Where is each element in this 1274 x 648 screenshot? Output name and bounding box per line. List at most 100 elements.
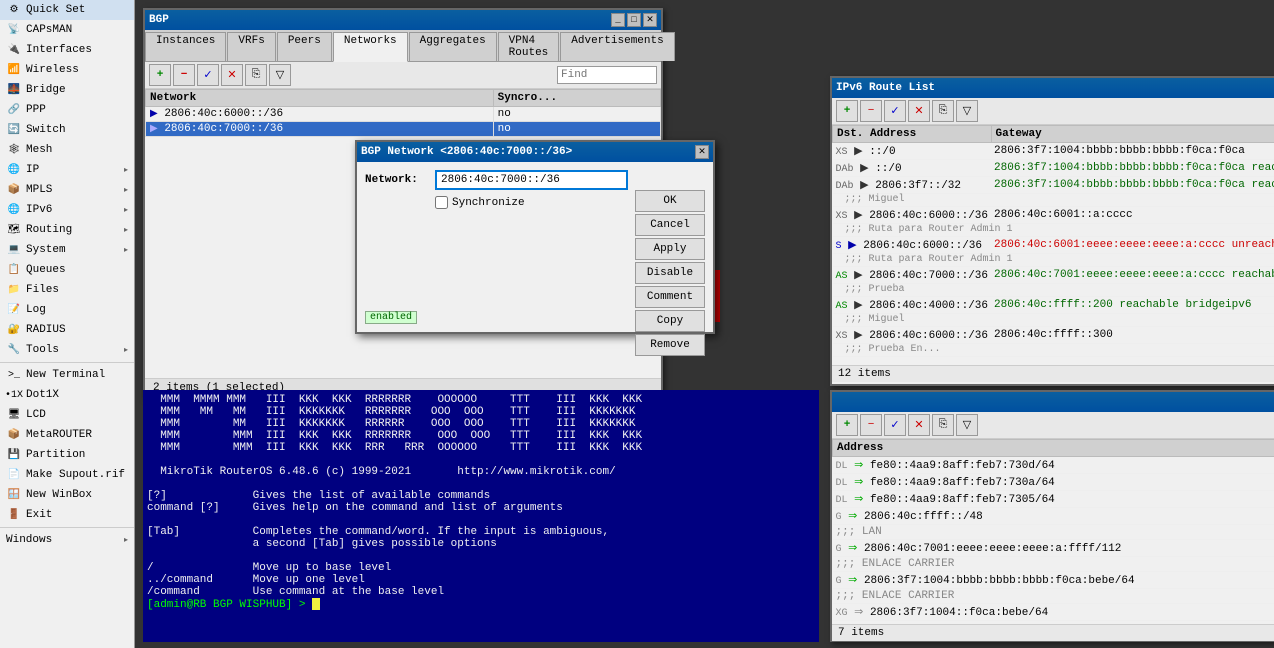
sidebar-item-queues[interactable]: 📋 Queues bbox=[0, 260, 134, 280]
table-row[interactable]: DAb ▶ ::/0 2806:3f7:1004:bbbb:bbbb:bbbb:… bbox=[833, 160, 1274, 177]
filter-btn[interactable]: ▽ bbox=[269, 64, 291, 86]
table-row[interactable]: DL ⇒ fe80::4aa9:8aff:feb7:730a/64 bbox=[833, 474, 1274, 491]
table-row[interactable]: ▶ 2806:40c:6000::/36 no bbox=[146, 107, 661, 122]
apply-button[interactable]: Apply bbox=[635, 238, 705, 260]
sidebar-item-quickset[interactable]: ⚙ Quick Set bbox=[0, 0, 134, 20]
remove-btn[interactable]: − bbox=[173, 64, 195, 86]
terminal-icon: >_ bbox=[6, 367, 22, 383]
sidebar-item-switch[interactable]: 🔄 Switch bbox=[0, 120, 134, 140]
table-row[interactable]: XS ▶ ::/0 2806:3f7:1004:bbbb:bbbb:bbbb:f… bbox=[833, 143, 1274, 160]
tab-instances[interactable]: Instances bbox=[145, 32, 226, 61]
sidebar-item-tools[interactable]: 🔧 Tools ▸ bbox=[0, 340, 134, 360]
col-dst: Dst. Address bbox=[833, 126, 992, 143]
addr-titlebar[interactable]: _ □ ✕ bbox=[832, 392, 1274, 412]
sidebar-item-ipv6[interactable]: 🌐 IPv6 ▸ bbox=[0, 200, 134, 220]
table-subrow: ;;; Prueba En... bbox=[833, 344, 1274, 357]
tab-peers[interactable]: Peers bbox=[277, 32, 332, 61]
addr-remove-btn[interactable]: − bbox=[860, 414, 882, 436]
disable-button[interactable]: Disable bbox=[635, 262, 705, 284]
add-btn[interactable]: + bbox=[149, 64, 171, 86]
sidebar-item-mesh[interactable]: 🕸 Mesh bbox=[0, 140, 134, 160]
sidebar-item-radius[interactable]: 🔐 RADIUS bbox=[0, 320, 134, 340]
bgp-dialog-titlebar[interactable]: BGP Network <2806:40c:7000::/36> ✕ bbox=[357, 142, 713, 162]
addr-filter-btn[interactable]: ▽ bbox=[956, 414, 978, 436]
sidebar-item-windows[interactable]: Windows ▸ bbox=[0, 530, 134, 550]
sidebar-item-files[interactable]: 📁 Files bbox=[0, 280, 134, 300]
windows-label: Windows bbox=[6, 534, 52, 546]
sidebar-item-exit[interactable]: 🚪 Exit bbox=[0, 505, 134, 525]
gateway-cell: 2806:40c:ffff::300 bbox=[991, 327, 1274, 344]
addr-cancel-btn[interactable]: ✕ bbox=[908, 414, 930, 436]
dialog-close-btn[interactable]: ✕ bbox=[695, 145, 709, 159]
table-row[interactable]: DL ⇒ fe80::4aa9:8aff:feb7:730d/64 bbox=[833, 457, 1274, 474]
remove-button[interactable]: Remove bbox=[635, 334, 705, 356]
table-row[interactable]: DL ⇒ fe80::4aa9:8aff:feb7:7305/64 bbox=[833, 491, 1274, 508]
sidebar-item-ip[interactable]: 🌐 IP ▸ bbox=[0, 160, 134, 180]
copy-button[interactable]: Copy bbox=[635, 310, 705, 332]
sidebar-item-routing[interactable]: 🗺 Routing ▸ bbox=[0, 220, 134, 240]
table-row[interactable]: AS ▶ 2806:40c:7000::/36 2806:40c:7001:ee… bbox=[833, 267, 1274, 284]
copy-toolbar-btn[interactable]: ⎘ bbox=[245, 64, 267, 86]
sidebar-item-log[interactable]: 📝 Log bbox=[0, 300, 134, 320]
table-row[interactable]: DAb ▶ 2806:3f7::/32 2806:3f7:1004:bbbb:b… bbox=[833, 177, 1274, 194]
table-row[interactable]: G ⇒ 2806:40c:7001:eeee:eeee:eeee:a:ffff/… bbox=[833, 540, 1274, 557]
ipv6-filter-btn[interactable]: ▽ bbox=[956, 100, 978, 122]
tab-vrfs[interactable]: VRFs bbox=[227, 32, 275, 61]
bgp-titlebar[interactable]: BGP _ □ ✕ bbox=[145, 10, 661, 30]
table-row[interactable]: AS ▶ 2806:40c:4000::/36 2806:40c:ffff::2… bbox=[833, 297, 1274, 314]
network-row: Network: bbox=[365, 170, 628, 190]
comment-button[interactable]: Comment bbox=[635, 286, 705, 308]
sidebar-item-interfaces[interactable]: 🔌 Interfaces bbox=[0, 40, 134, 60]
sidebar-item-supout[interactable]: 📄 Make Supout.rif bbox=[0, 465, 134, 485]
sidebar-item-new-winbox[interactable]: 🪟 New WinBox bbox=[0, 485, 134, 505]
dst-cell: XS ▶ ::/0 bbox=[833, 143, 992, 160]
network-input[interactable] bbox=[435, 170, 628, 190]
ipv6-copy-btn[interactable]: ⎘ bbox=[932, 100, 954, 122]
sidebar-item-metarouter[interactable]: 📦 MetaROUTER bbox=[0, 425, 134, 445]
bgp-search-input[interactable] bbox=[557, 66, 657, 84]
sidebar-item-label: Files bbox=[26, 284, 59, 296]
tab-networks[interactable]: Networks bbox=[333, 32, 408, 62]
table-row[interactable]: ▶ 2806:40c:7000::/36 no bbox=[146, 122, 661, 137]
tab-advertisements[interactable]: Advertisements bbox=[560, 32, 674, 61]
ipv6-check-btn[interactable]: ✓ bbox=[884, 100, 906, 122]
sidebar-item-system[interactable]: 💻 System ▸ bbox=[0, 240, 134, 260]
ok-button[interactable]: OK bbox=[635, 190, 705, 212]
bgp-minimize-btn[interactable]: _ bbox=[611, 13, 625, 27]
cancel-button[interactable]: Cancel bbox=[635, 214, 705, 236]
sidebar-item-bridge[interactable]: 🌉 Bridge bbox=[0, 80, 134, 100]
ipv6-add-btn[interactable]: + bbox=[836, 100, 858, 122]
table-row[interactable]: G ⇒ 2806:3f7:1004:bbbb:bbbb:bbbb:f0ca:be… bbox=[833, 572, 1274, 589]
sidebar-item-capsman[interactable]: 📡 CAPsMAN bbox=[0, 20, 134, 40]
sidebar-item-ppp[interactable]: 🔗 PPP bbox=[0, 100, 134, 120]
tab-aggregates[interactable]: Aggregates bbox=[409, 32, 497, 61]
addr-check-btn[interactable]: ✓ bbox=[884, 414, 906, 436]
sidebar-item-lcd[interactable]: 🖥 LCD bbox=[0, 405, 134, 425]
tab-vpn4routes[interactable]: VPN4 Routes bbox=[498, 32, 560, 61]
cancel-btn[interactable]: ✕ bbox=[221, 64, 243, 86]
sidebar-item-dot1x[interactable]: •1X Dot1X bbox=[0, 385, 134, 405]
sidebar-item-new-terminal[interactable]: >_ New Terminal bbox=[0, 365, 134, 385]
table-row[interactable]: S ▶ 2806:40c:6000::/36 2806:40c:6001:eee… bbox=[833, 237, 1274, 254]
addr-add-btn[interactable]: + bbox=[836, 414, 858, 436]
table-row[interactable]: XS ▶ 2806:40c:6000::/36 2806:40c:ffff::3… bbox=[833, 327, 1274, 344]
bgp-maximize-btn[interactable]: □ bbox=[627, 13, 641, 27]
addr-copy-btn[interactable]: ⎘ bbox=[932, 414, 954, 436]
ipv6-title: IPv6 Route List bbox=[836, 82, 935, 94]
table-row[interactable]: XG ⇒ 2806:3f7:1004::f0ca:bebe/64 bbox=[833, 604, 1274, 621]
synchronize-checkbox[interactable] bbox=[435, 196, 448, 209]
dialog-buttons: OK Cancel Apply Disable Comment Copy Rem… bbox=[635, 190, 705, 356]
sidebar-item-wireless[interactable]: 📶 Wireless bbox=[0, 60, 134, 80]
ipv6-remove-btn[interactable]: − bbox=[860, 100, 882, 122]
ipv6-cancel2-btn[interactable]: ✕ bbox=[908, 100, 930, 122]
sidebar-item-mpls[interactable]: 📦 MPLS ▸ bbox=[0, 180, 134, 200]
terminal-line: MMM MMM III KKK KKK RRRRRRR OOO OOO TTT … bbox=[147, 430, 815, 442]
check-btn[interactable]: ✓ bbox=[197, 64, 219, 86]
bgp-close-btn[interactable]: ✕ bbox=[643, 13, 657, 27]
table-row[interactable]: XS ▶ 2806:40c:6000::/36 2806:40c:6001::a… bbox=[833, 207, 1274, 224]
sidebar-item-partition[interactable]: 💾 Partition bbox=[0, 445, 134, 465]
terminal[interactable]: MMM MMMM MMM III KKK KKK RRRRRRR OOOOOO … bbox=[143, 390, 819, 642]
table-row[interactable]: G ⇒ 2806:40c:ffff::/48 bbox=[833, 508, 1274, 525]
ipv6-titlebar[interactable]: IPv6 Route List _ □ ✕ bbox=[832, 78, 1274, 98]
network-cell: ▶ 2806:40c:7000::/36 bbox=[146, 122, 494, 137]
